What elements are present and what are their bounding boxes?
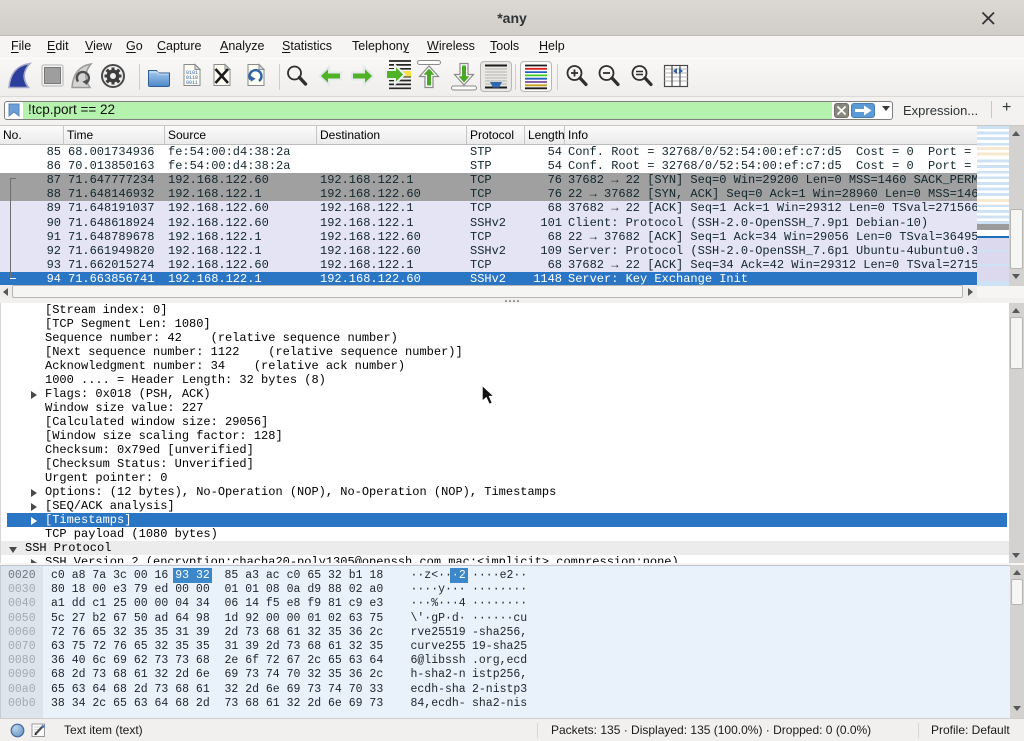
svg-text:0011: 0011 xyxy=(186,80,198,86)
